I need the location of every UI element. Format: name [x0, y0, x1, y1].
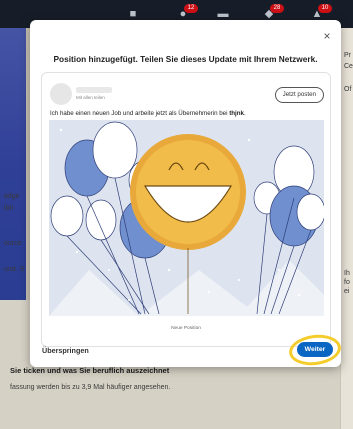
network-badge: 12 [184, 4, 198, 13]
bg-label: Ce [344, 63, 353, 70]
notifications-icon[interactable]: ▲ 10 [310, 4, 332, 20]
bg-label: und. S [4, 266, 25, 273]
balloons-smiley-illustration [49, 120, 324, 316]
bg-label: fo [344, 279, 350, 286]
share-modal: × Position hinzugefügt. Teilen Sie diese… [30, 20, 341, 367]
network-icon[interactable]: ● 12 [176, 4, 198, 20]
bg-label: ei [344, 288, 350, 295]
close-icon[interactable]: × [321, 30, 333, 42]
image-caption: Neue Position [171, 326, 201, 331]
section-title: Sie ticken und was Sie beruflich auszeic… [10, 366, 170, 375]
visibility-label: Mit allen teilen [76, 95, 105, 100]
notifications-badge: 10 [318, 4, 332, 13]
section-text: fassung werden bis zu 3,9 Mal häufiger a… [10, 384, 171, 391]
post-text: Ich habe einen neuen Job und arbeite jet… [50, 110, 246, 117]
post-preview: Mit allen teilen Jetzt posten Ich habe e… [41, 72, 331, 347]
post-now-button[interactable]: Jetzt posten [274, 87, 324, 103]
bg-label: Pr [344, 52, 351, 59]
home-icon[interactable]: ■ [126, 8, 140, 20]
bg-label: Ih [344, 270, 350, 277]
messaging-badge: 28 [270, 4, 284, 13]
bg-label: ibh [4, 205, 14, 212]
avatar [50, 83, 72, 105]
skip-button[interactable]: Überspringen [42, 346, 89, 355]
bg-label: ource [4, 240, 22, 247]
modal-title: Position hinzugefügt. Teilen Sie dieses … [53, 54, 318, 64]
company-name: thjnk [229, 110, 244, 117]
messaging-icon[interactable]: ◆ 28 [262, 4, 284, 20]
bg-label: adge [4, 193, 20, 200]
bg-label: Of [344, 86, 352, 93]
celebration-illustration [49, 120, 324, 316]
jobs-icon[interactable]: ▬ [216, 8, 230, 20]
user-name-placeholder [76, 87, 112, 93]
